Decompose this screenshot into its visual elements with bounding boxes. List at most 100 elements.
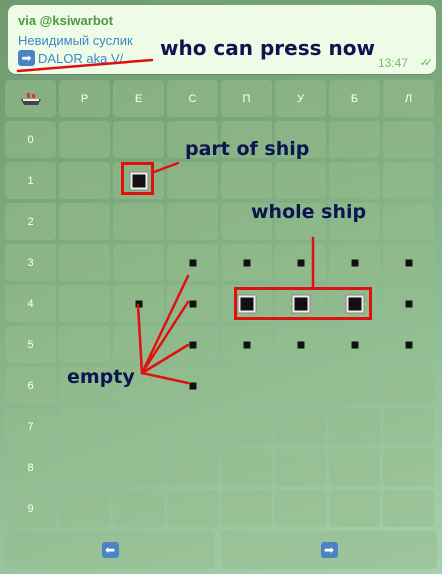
column-header[interactable]: Л	[383, 80, 434, 117]
board-cell[interactable]	[275, 449, 326, 486]
arrow-right-icon: ➡	[18, 50, 35, 66]
board-cell[interactable]	[167, 367, 218, 404]
board-cell[interactable]	[221, 490, 272, 527]
board-cell[interactable]	[383, 490, 434, 527]
board-cell[interactable]	[221, 449, 272, 486]
annotation-empty: empty	[67, 366, 135, 388]
next-button[interactable]: ➡	[221, 531, 437, 569]
miss-marker-icon	[243, 341, 250, 348]
miss-marker-icon	[405, 259, 412, 266]
board-cell[interactable]	[59, 490, 110, 527]
column-header[interactable]: П	[221, 80, 272, 117]
arrow-left-icon: ⬅	[101, 542, 119, 558]
row-header[interactable]: 8	[5, 449, 56, 486]
board-cell[interactable]	[167, 326, 218, 363]
row-header[interactable]: 4	[5, 285, 56, 322]
board-cell[interactable]	[221, 367, 272, 404]
board-cell[interactable]	[59, 285, 110, 322]
sender-nick[interactable]: Невидимый суслик	[18, 33, 133, 48]
board-cell[interactable]	[221, 244, 272, 281]
current-player[interactable]: ➡ DALOR aka V/.	[18, 50, 127, 66]
board-cell[interactable]	[113, 121, 164, 158]
board-cell[interactable]	[167, 490, 218, 527]
board-cell[interactable]	[167, 203, 218, 240]
row-header[interactable]: 5	[5, 326, 56, 363]
miss-marker-icon	[297, 341, 304, 348]
board-cell[interactable]	[59, 162, 110, 199]
column-header[interactable]: Б	[329, 80, 380, 117]
row-header[interactable]: 1	[5, 162, 56, 199]
board-cell[interactable]	[221, 326, 272, 363]
miss-marker-icon	[243, 259, 250, 266]
column-header[interactable]: Р	[59, 80, 110, 117]
board-cell[interactable]	[59, 121, 110, 158]
board-cell[interactable]	[113, 244, 164, 281]
annotation-whole-ship: whole ship	[251, 201, 367, 223]
board-cell[interactable]	[113, 449, 164, 486]
board-cell[interactable]	[275, 408, 326, 445]
board-cell[interactable]	[383, 367, 434, 404]
board-cell[interactable]	[113, 326, 164, 363]
row-header[interactable]: 0	[5, 121, 56, 158]
header-corner[interactable]	[5, 80, 56, 117]
row-header[interactable]: 6	[5, 367, 56, 404]
board-cell[interactable]	[329, 490, 380, 527]
board-cell[interactable]	[167, 244, 218, 281]
board-cell[interactable]	[275, 326, 326, 363]
board-cell[interactable]	[113, 285, 164, 322]
board-cell[interactable]	[383, 203, 434, 240]
row-header[interactable]: 7	[5, 408, 56, 445]
column-header[interactable]: С	[167, 80, 218, 117]
board-cell[interactable]	[383, 449, 434, 486]
column-header[interactable]: Е	[113, 80, 164, 117]
board-cell[interactable]	[167, 162, 218, 199]
board-cell[interactable]	[383, 162, 434, 199]
board-cell[interactable]	[275, 162, 326, 199]
board-cell[interactable]	[275, 490, 326, 527]
annotation-who-can-press: who can press now	[160, 36, 375, 60]
row-header[interactable]: 9	[5, 490, 56, 527]
row-header[interactable]: 2	[5, 203, 56, 240]
board-cell[interactable]	[113, 203, 164, 240]
board-cell[interactable]	[383, 408, 434, 445]
prev-button[interactable]: ⬅	[5, 531, 215, 569]
board-cell[interactable]	[59, 203, 110, 240]
whole-ship-highlight	[234, 287, 372, 320]
board-cell[interactable]	[113, 408, 164, 445]
board-cell[interactable]	[329, 367, 380, 404]
board-cell[interactable]	[329, 326, 380, 363]
board-cell[interactable]	[329, 244, 380, 281]
row-header[interactable]: 3	[5, 244, 56, 281]
board-cell[interactable]	[221, 408, 272, 445]
miss-marker-icon	[189, 341, 196, 348]
arrow-right-icon: ➡	[320, 542, 338, 558]
board-cell[interactable]	[59, 408, 110, 445]
board-cell[interactable]	[329, 449, 380, 486]
board-cell[interactable]	[329, 162, 380, 199]
part-of-ship-highlight	[121, 162, 154, 195]
board-cell[interactable]	[329, 121, 380, 158]
current-player-name: DALOR aka V/.	[38, 50, 127, 66]
board-cell[interactable]	[167, 449, 218, 486]
board-cell[interactable]	[383, 121, 434, 158]
board-cell[interactable]	[113, 490, 164, 527]
via-bot-label[interactable]: via @ksiwarbot	[18, 13, 113, 28]
board-cell[interactable]	[59, 244, 110, 281]
board-cell[interactable]	[383, 326, 434, 363]
board-cell[interactable]	[221, 162, 272, 199]
column-header[interactable]: У	[275, 80, 326, 117]
board-cell[interactable]	[167, 285, 218, 322]
board-cell[interactable]	[59, 326, 110, 363]
board-cell[interactable]	[167, 408, 218, 445]
board-cell[interactable]	[275, 367, 326, 404]
read-checkmarks-icon: ✓✓	[419, 56, 434, 69]
board-cell[interactable]	[59, 449, 110, 486]
miss-marker-icon	[189, 300, 196, 307]
miss-marker-icon	[405, 341, 412, 348]
board-cell[interactable]	[275, 244, 326, 281]
miss-marker-icon	[189, 382, 196, 389]
board-cell[interactable]	[383, 285, 434, 322]
board-cell[interactable]	[383, 244, 434, 281]
miss-marker-icon	[297, 259, 304, 266]
board-cell[interactable]	[329, 408, 380, 445]
